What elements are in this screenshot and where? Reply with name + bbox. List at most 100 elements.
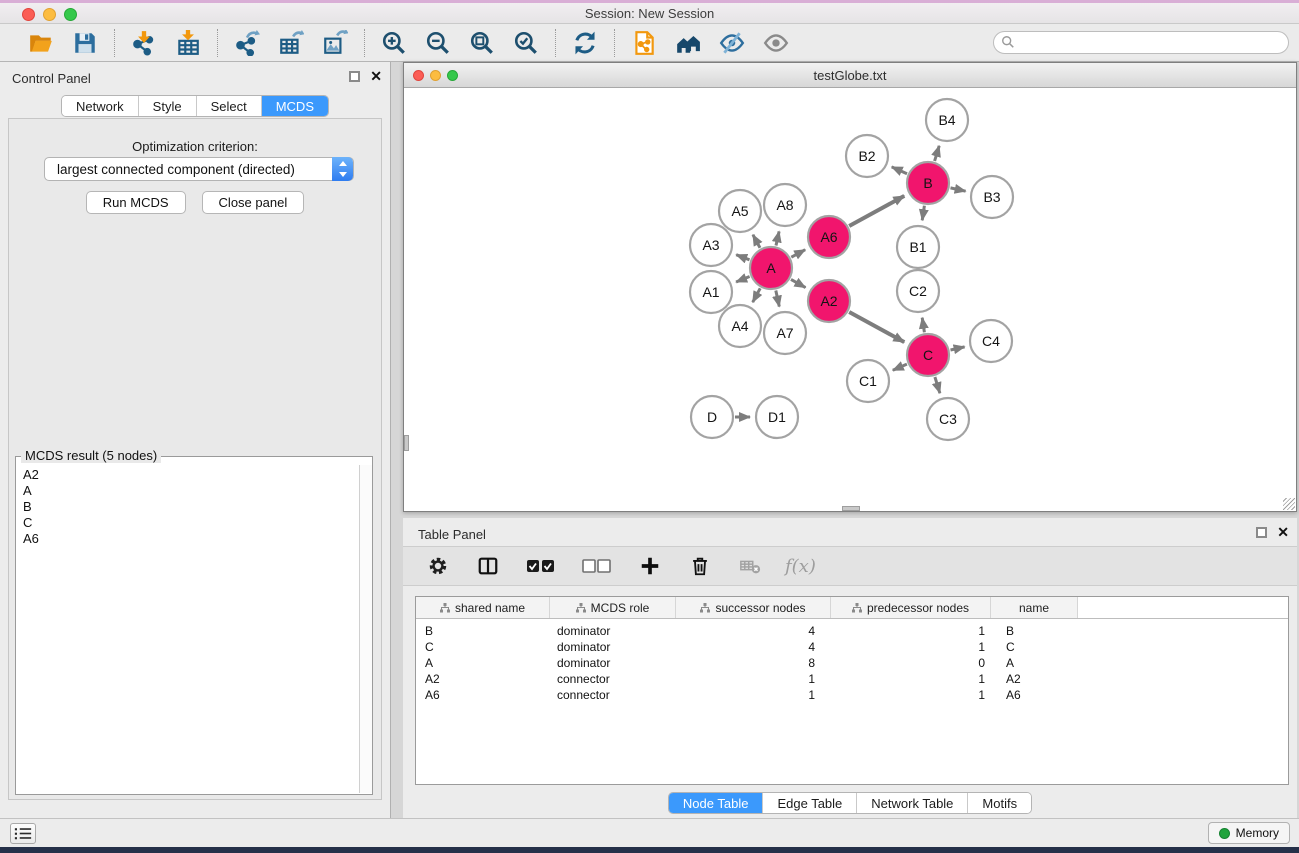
close-table-panel-icon[interactable]: ✕ [1277,527,1289,538]
zoom-fit-button[interactable] [467,28,497,58]
graph-edge-A-A6[interactable] [791,250,805,258]
resize-grip-icon[interactable] [1283,498,1295,510]
tab-mcds[interactable]: MCDS [262,96,328,116]
run-mcds-button[interactable]: Run MCDS [86,191,186,214]
new-network-from-file-button[interactable] [629,28,659,58]
table-cell[interactable]: 1 [676,671,831,687]
graph-edge-C-C3[interactable] [935,377,940,393]
mcds-list-scrollbar[interactable] [359,465,372,793]
close-panel-icon[interactable]: ✕ [370,71,382,82]
graph-edge-A-A8[interactable] [776,231,779,245]
show-all-button[interactable] [761,28,791,58]
tab-select[interactable]: Select [197,96,262,116]
graph-edge-B-B4[interactable] [935,146,940,161]
graph-edge-A-A5[interactable] [753,235,760,248]
network-canvas[interactable]: B4B2BB3A5A8A6B1A3AC2A1A2A4A7C4CC1C3DD1 [404,88,1296,511]
table-row[interactable]: Cdominator41C [416,639,1288,655]
search-input[interactable] [993,31,1289,54]
select-all-button[interactable] [523,551,559,581]
table-row[interactable]: Adominator80A [416,655,1288,671]
table-settings-button[interactable] [423,551,453,581]
export-image-button[interactable] [320,28,350,58]
table-cell[interactable]: 1 [676,687,831,703]
mcds-result-item[interactable]: A [17,483,358,499]
zoom-in-button[interactable] [379,28,409,58]
export-network-button[interactable] [232,28,262,58]
delete-column-button[interactable] [685,551,715,581]
table-cell[interactable]: A [991,655,1078,671]
zoom-out-button[interactable] [423,28,453,58]
graph-edge-C-C4[interactable] [951,347,965,350]
table-cell[interactable]: connector [550,671,676,687]
tab-style[interactable]: Style [139,96,197,116]
save-session-button[interactable] [70,28,100,58]
table-cell[interactable]: connector [550,687,676,703]
delete-table-button[interactable] [735,551,765,581]
table-cell[interactable]: 1 [831,623,991,639]
table-cell[interactable]: 1 [831,671,991,687]
deselect-all-button[interactable] [579,551,615,581]
memory-button[interactable]: Memory [1208,822,1290,844]
graph-edge-A2-C[interactable] [849,312,904,342]
tab-network-table[interactable]: Network Table [857,793,968,813]
table-cell[interactable]: B [991,623,1078,639]
table-row[interactable]: A6connector11A6 [416,687,1288,703]
tab-edge-table[interactable]: Edge Table [763,793,857,813]
graph-edge-B-B1[interactable] [922,206,924,221]
criterion-select[interactable]: largest connected component (directed) [44,157,354,181]
table-cell[interactable]: A6 [416,687,550,703]
table-cell[interactable]: A2 [991,671,1078,687]
graph-edge-A-A4[interactable] [753,288,761,302]
graph-edge-A6-B[interactable] [849,196,904,226]
float-table-panel-icon[interactable] [1256,527,1267,538]
add-column-button[interactable] [635,551,665,581]
mcds-result-item[interactable]: A6 [17,531,358,547]
import-network-button[interactable] [129,28,159,58]
table-cell[interactable]: dominator [550,655,676,671]
table-cell[interactable]: C [991,639,1078,655]
table-cell[interactable]: 0 [831,655,991,671]
zoom-selected-button[interactable] [511,28,541,58]
hide-selected-button[interactable] [717,28,747,58]
column-header-shared-name[interactable]: shared name [416,597,550,618]
first-neighbors-button[interactable] [673,28,703,58]
export-table-button[interactable] [276,28,306,58]
canvas-vscrollbar[interactable] [404,435,409,451]
import-table-button[interactable] [173,28,203,58]
graph-edge-A-A2[interactable] [791,279,806,287]
table-row[interactable]: Bdominator41B [416,623,1288,639]
graph-edge-C-C1[interactable] [893,364,907,370]
tab-network[interactable]: Network [62,96,139,116]
column-header-mcds-role[interactable]: MCDS role [550,597,676,618]
table-cell[interactable]: C [416,639,550,655]
mcds-result-item[interactable]: C [17,515,358,531]
mcds-result-item[interactable]: B [17,499,358,515]
float-panel-icon[interactable] [349,71,360,82]
graph-edge-A-A3[interactable] [736,255,749,260]
table-cell[interactable]: 8 [676,655,831,671]
function-builder-button[interactable]: f(x) [785,556,816,577]
table-cell[interactable]: A2 [416,671,550,687]
graph-edge-C-C2[interactable] [922,318,924,333]
canvas-hscrollbar[interactable] [842,506,860,511]
graph-edge-B-B3[interactable] [951,188,966,191]
column-header-predecessor-nodes[interactable]: predecessor nodes [831,597,991,618]
graph-edge-A-A1[interactable] [736,277,750,283]
refresh-button[interactable] [570,28,600,58]
table-row[interactable]: A2connector11A2 [416,671,1288,687]
mcds-result-item[interactable]: A2 [17,467,358,483]
tab-node-table[interactable]: Node Table [669,793,764,813]
open-session-button[interactable] [26,28,56,58]
column-header-name[interactable]: name [991,597,1078,618]
close-panel-button[interactable]: Close panel [202,191,305,214]
graph-edge-B-B2[interactable] [892,167,907,174]
table-cell[interactable]: B [416,623,550,639]
table-cell[interactable]: A6 [991,687,1078,703]
tab-motifs[interactable]: Motifs [968,793,1031,813]
graph-edge-A-A7[interactable] [776,291,780,307]
table-cell[interactable]: 4 [676,639,831,655]
table-cell[interactable]: 1 [831,687,991,703]
table-cell[interactable]: 4 [676,623,831,639]
table-cell[interactable]: A [416,655,550,671]
table-cell[interactable]: dominator [550,639,676,655]
